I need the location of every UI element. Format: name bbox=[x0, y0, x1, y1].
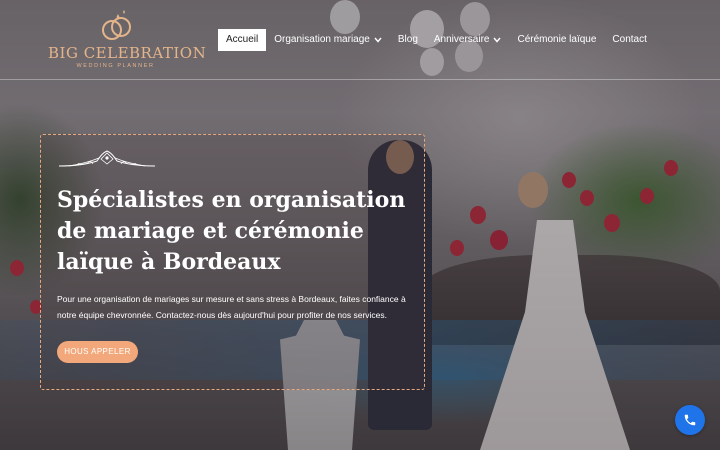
site-header: BIG CELEBRATION WEDDING PLANNER Accueil … bbox=[0, 0, 720, 80]
hero-title: Spécialistes en organisation de mariage … bbox=[57, 187, 406, 275]
nav-item-organisation-mariage[interactable]: Organisation mariage bbox=[266, 29, 390, 51]
nav-label: Anniversaire bbox=[433, 34, 490, 45]
chevron-down-icon bbox=[374, 37, 382, 43]
nav-item-blog[interactable]: Blog bbox=[390, 29, 426, 51]
nav-label: Accueil bbox=[226, 34, 259, 45]
nav-label: Cérémonie laïque bbox=[517, 34, 597, 45]
nav-item-contact[interactable]: Contact bbox=[604, 29, 654, 51]
nav-label: Blog bbox=[397, 34, 418, 45]
phone-call-button[interactable] bbox=[675, 405, 705, 435]
nav-item-accueil[interactable]: Accueil bbox=[218, 29, 267, 51]
main-nav: Accueil Organisation mariage Blog Annive… bbox=[218, 28, 655, 52]
chevron-down-icon bbox=[493, 37, 502, 43]
phone-icon bbox=[684, 414, 696, 426]
nav-item-ceremonie-laique[interactable]: Cérémonie laïque bbox=[509, 29, 604, 51]
lace-ornament-icon bbox=[58, 150, 156, 167]
logo-tagline: WEDDING PLANNER bbox=[76, 63, 155, 69]
nav-label: Organisation mariage bbox=[274, 34, 370, 45]
nav-label: Contact bbox=[612, 34, 647, 45]
call-us-button[interactable]: HOUS APPELER bbox=[57, 341, 138, 363]
rings-icon bbox=[101, 10, 131, 40]
hero-description: Pour une organisation de mariages sur me… bbox=[57, 294, 406, 320]
site-logo[interactable]: BIG CELEBRATION WEDDING PLANNER bbox=[48, 6, 207, 74]
logo-name: BIG CELEBRATION bbox=[48, 44, 207, 62]
nav-item-anniversaire[interactable]: Anniversaire bbox=[426, 29, 510, 51]
hero-card: Spécialistes en organisation de mariage … bbox=[40, 134, 425, 390]
